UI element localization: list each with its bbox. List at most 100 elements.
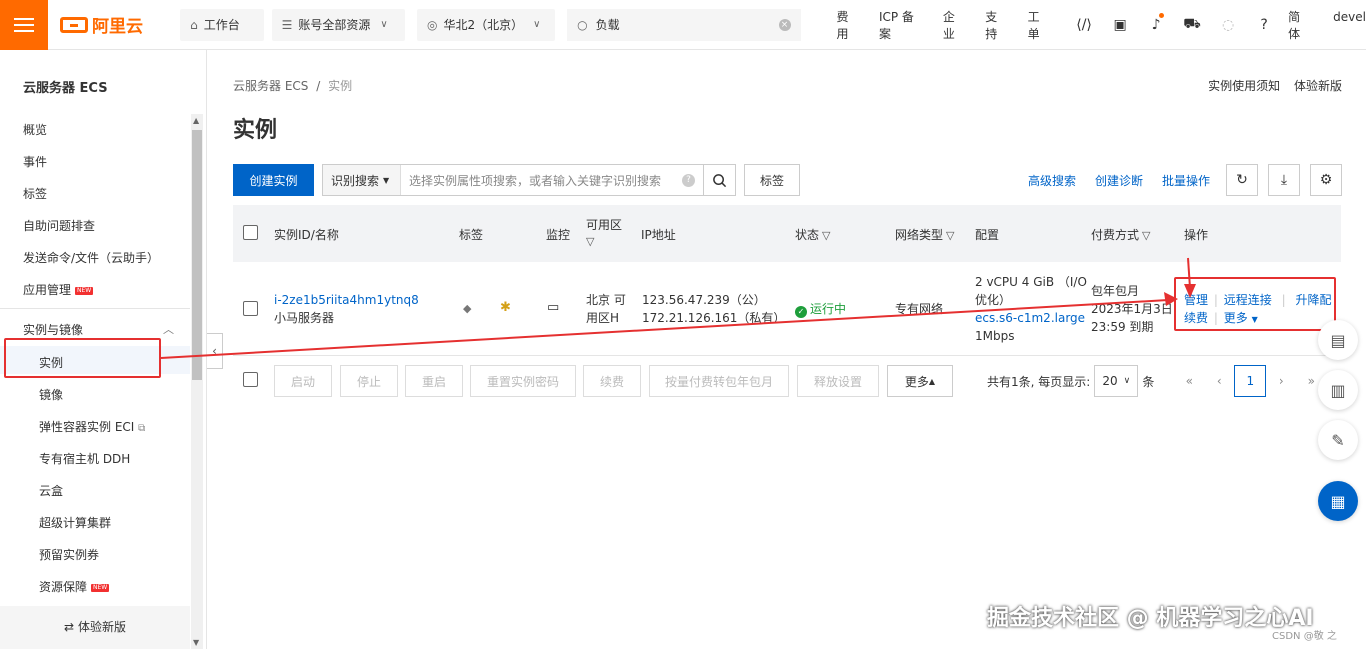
create-diagnosis-link[interactable]: 创建诊断 [1095,172,1143,189]
top-link-ticket[interactable]: 工单 [1018,8,1060,42]
language-switch[interactable]: 简体 [1288,8,1311,42]
download-icon: ⤓ [1280,172,1288,188]
export-button[interactable]: ⤓ [1268,164,1300,196]
chevron-up-icon[interactable]: ︿ [163,321,174,337]
sidebar-item-scc[interactable]: 超级计算集群 [39,514,111,531]
header-action: 操作 [1184,228,1209,242]
stop-button[interactable]: 停止 [340,365,398,397]
scrollbar-thumb[interactable] [192,130,202,380]
clear-icon[interactable]: × [778,18,791,31]
try-new-version-button[interactable]: ⇄ 体验新版 [0,606,190,649]
brand-logo[interactable]: 阿里云 [60,12,156,37]
scroll-down-icon[interactable]: ▼ [193,638,199,647]
page-title: 实例 [233,118,278,143]
reset-password-button[interactable]: 重置实例密码 [470,365,576,397]
apps-float-button[interactable]: ▦ [1318,481,1358,521]
sidebar-item-eci[interactable]: 弹性容器实例 ECI ⧉ [39,418,145,435]
sidebar-item-resource-assurance[interactable]: 资源保障 NEW [39,578,110,595]
release-setting-button[interactable]: 释放设置 [797,365,879,397]
sidebar-item-troubleshoot[interactable]: 自助问题排查 [23,217,95,234]
workbench-button[interactable]: ⌂ 工作台 [180,8,264,41]
sidebar-item-images[interactable]: 镜像 [39,386,63,403]
refresh-button[interactable]: ↻ [1226,164,1258,196]
settings-button[interactable]: ⚙ [1310,164,1342,196]
bulb-icon[interactable]: ◌ [1210,17,1246,33]
top-link-support[interactable]: 支持 [975,8,1017,42]
bell-icon[interactable]: ♪ [1138,12,1174,33]
tag-icon[interactable]: ◆ [463,300,471,318]
sidebar-collapse-button[interactable]: ‹ [207,333,223,369]
page-number-current[interactable]: 1 [1234,365,1267,397]
filter-icon[interactable]: ▽ [586,235,594,248]
sidebar-item-label: 弹性容器实例 ECI [39,420,135,434]
convert-billing-button[interactable]: 按量付费转包年包月 [649,365,789,397]
page-size-unit: 条 [1142,374,1155,389]
brand-name: 阿里云 [92,17,144,37]
sidebar-scrollbar[interactable]: ▲ ▼ [191,114,203,649]
gear-icon: ⚙ [1319,172,1333,188]
top-link-enterprise[interactable]: 企业 [933,8,975,42]
feedback-float-button[interactable]: ✎ [1318,420,1358,460]
advanced-search-link[interactable]: 高级搜索 [1028,172,1076,189]
config-spec-2: 优化） [975,293,1012,307]
global-search-input[interactable]: ○ 负载 × [567,8,801,41]
page-size-select[interactable]: 20 ∨ [1094,365,1139,397]
prev-page-icon[interactable]: ‹ [1204,374,1234,388]
instance-id-link[interactable]: i-2ze1b5riita4hm1ytnq8 [274,293,419,307]
top-link-icp[interactable]: ICP 备案 [869,8,933,42]
batch-operation-link[interactable]: 批量操作 [1162,172,1210,189]
notes-float-button[interactable]: ▤ [1318,320,1358,360]
instance-notice-link[interactable]: 实例使用须知 [1208,79,1280,93]
monitor-icon[interactable]: ▭ [547,299,559,317]
docs-float-button[interactable]: ▥ [1318,370,1358,410]
help-icon[interactable]: ? [1246,17,1282,33]
sidebar-group-instances-images[interactable]: 实例与镜像 [23,321,83,338]
search-mode-select[interactable]: 识别搜索 ▼ [323,165,401,195]
create-instance-button[interactable]: 创建实例 [233,164,314,196]
caret-down-icon: ▼ [383,175,390,185]
start-button[interactable]: 启动 [274,365,332,397]
renew-button[interactable]: 续费 [583,365,641,397]
next-page-icon[interactable]: › [1266,374,1296,388]
sidebar-item-events[interactable]: 事件 [23,153,47,170]
filter-icon[interactable]: ▽ [1142,229,1150,242]
top-link-fees[interactable]: 费用 [827,8,869,42]
try-new-version-link[interactable]: 体验新版 [1294,79,1342,93]
tag-list-icon[interactable]: ✱ [500,299,511,317]
help-icon[interactable]: ? [682,173,695,187]
code-icon[interactable]: ⟨/⟩ [1066,17,1102,33]
tag-filter-button[interactable]: 标签 [744,164,801,196]
batch-more-button[interactable]: 更多 ▲ [887,365,953,397]
filter-icon[interactable]: ▽ [946,229,954,242]
toolbar: 创建实例 识别搜索 ▼ 选择实例属性项搜索，或者输入关键字识别搜索 ? 标签 [233,164,801,196]
breadcrumb-root[interactable]: 云服务器 ECS [233,79,308,93]
sidebar-item-tags[interactable]: 标签 [23,185,47,202]
scroll-up-icon[interactable]: ▲ [193,116,199,125]
resource-group-select[interactable]: ☰ 账号全部资源 ∨ [271,8,405,41]
cart-icon[interactable]: ⛟ [1174,16,1210,34]
sidebar-item-overview[interactable]: 概览 [23,121,47,138]
first-page-icon[interactable]: « [1174,374,1204,388]
select-all-checkbox[interactable] [243,225,258,240]
breadcrumb-current: 实例 [328,79,353,93]
filter-icon[interactable]: ▽ [822,229,830,242]
row-checkbox[interactable] [243,301,258,316]
sidebar-item-reserved[interactable]: 预留实例券 [39,546,99,563]
region-select[interactable]: ◎ 华北2（北京） ∨ [416,8,556,41]
sidebar-item-ddh[interactable]: 专有宿主机 DDH [39,450,130,467]
menu-button[interactable] [0,0,49,50]
search-button[interactable] [703,165,735,195]
top-bar: 阿里云 ⌂ 工作台 ☰ 账号全部资源 ∨ ◎ 华北2（北京） ∨ ○ 负载 × … [0,0,1366,50]
sidebar-item-app-management[interactable]: 应用管理 NEW [23,281,94,298]
sidebar-item-cloud-assistant[interactable]: 发送命令/文件（云助手） [23,249,159,266]
terminal-icon[interactable]: ▣ [1102,17,1138,33]
sidebar-item-cloudbox[interactable]: 云盒 [39,482,63,499]
user-account[interactable]: devel [1333,10,1366,24]
private-ip: 172.21.126.161（私有） [642,311,786,325]
batch-select-checkbox[interactable] [243,372,258,387]
aliyun-logo-icon [60,16,89,33]
restart-button[interactable]: 重启 [405,365,463,397]
instance-type-link[interactable]: ecs.s6-c1m2.large [975,311,1085,325]
status-badge: ✓ 运行中 [795,300,846,318]
search-input[interactable]: 选择实例属性项搜索，或者输入关键字识别搜索 ? [401,165,703,195]
